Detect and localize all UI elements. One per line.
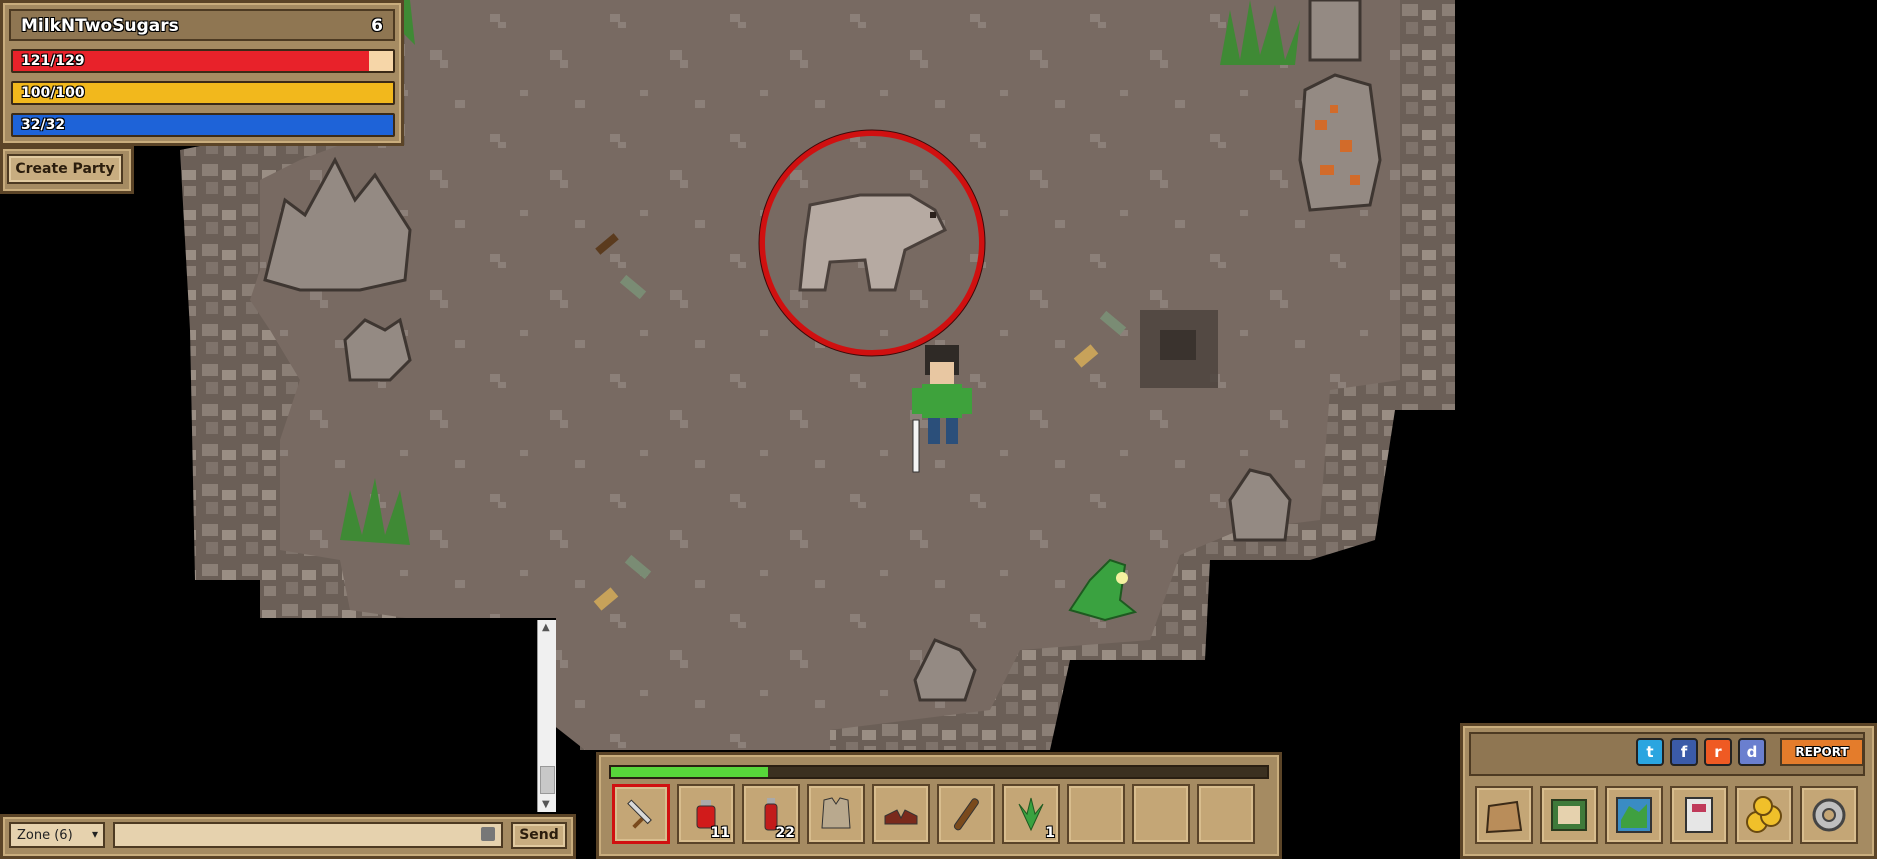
hotbar-slot-10[interactable] [1197,784,1255,844]
report-button[interactable]: REPORT [1780,738,1864,766]
player-nameplate: MilkNTwoSugars 6 [9,9,395,41]
chat-log[interactable]: ▲ ▼ [0,618,556,814]
scroll-up-icon[interactable]: ▲ [542,622,550,633]
report-label: REPORT [1795,745,1849,759]
mana-text: 32/32 [21,117,66,133]
twitter-icon[interactable]: t [1636,738,1664,766]
mana-fill [13,115,393,135]
world-map-icon [1609,790,1659,844]
hotbar-slot-7[interactable]: 1 [1002,784,1060,844]
health-bar: 121/129 [11,49,395,73]
chevron-down-icon: ▾ [91,827,98,841]
character-button[interactable] [1670,786,1728,844]
reddit-icon[interactable]: r [1704,738,1732,766]
xp-bar [609,765,1269,779]
scroll-thumb[interactable] [540,766,555,794]
hotbar-slot-3[interactable]: 22 [742,784,800,844]
inventory-bag-button[interactable] [1475,786,1533,844]
sword-icon [622,795,662,839]
settings-gear-icon [1804,790,1854,844]
emoji-icon[interactable] [481,827,495,841]
chat-bar: Zone (6) ▾ Send [0,814,576,859]
quest-book-button[interactable] [1540,786,1598,844]
zone-select[interactable]: Zone (6) ▾ [9,822,105,848]
settings-gear-button[interactable] [1800,786,1858,844]
xp-fill [611,767,769,777]
send-button[interactable]: Send [511,822,567,849]
hotbar-slot-9[interactable] [1132,784,1190,844]
health-text: 121/129 [21,53,85,69]
slot-count: 22 [775,825,795,841]
cloth-armor-icon [816,794,856,838]
party-panel: Create Party [0,146,134,194]
slot-count: 1 [1045,825,1055,841]
zone-select-value: Zone (6) [17,828,73,843]
hotbar-slot-6[interactable] [937,784,995,844]
hotbar-slot-8[interactable] [1067,784,1125,844]
quest-book-icon [1544,790,1594,844]
player-status-panel: MilkNTwoSugars 6 121/129 100/100 32/32 [0,0,404,146]
create-party-button[interactable]: Create Party [7,154,123,184]
mana-bar: 32/32 [11,113,395,137]
facebook-icon[interactable]: f [1670,738,1698,766]
energy-bar: 100/100 [11,81,395,105]
boots-icon [881,794,921,838]
character-icon [1674,790,1724,844]
gold-coins-button[interactable] [1735,786,1793,844]
player-name: MilkNTwoSugars [21,16,179,36]
player-level: 6 [371,16,383,36]
chat-scrollbar[interactable]: ▲ ▼ [537,620,556,812]
world-map-button[interactable] [1605,786,1663,844]
energy-text: 100/100 [21,85,85,101]
hotbar-slot-1[interactable] [612,784,670,844]
hotbar-slot-5[interactable] [872,784,930,844]
hotbar-slot-2[interactable]: 11 [677,784,735,844]
slot-count: 11 [710,825,730,841]
wooden-club-icon [946,794,986,838]
inventory-bag-icon [1479,790,1529,844]
scroll-down-icon[interactable]: ▼ [542,799,550,810]
discord-icon[interactable]: d [1738,738,1766,766]
gold-coins-icon [1739,790,1789,844]
chat-input[interactable] [113,822,503,848]
hotbar-slot-4[interactable] [807,784,865,844]
